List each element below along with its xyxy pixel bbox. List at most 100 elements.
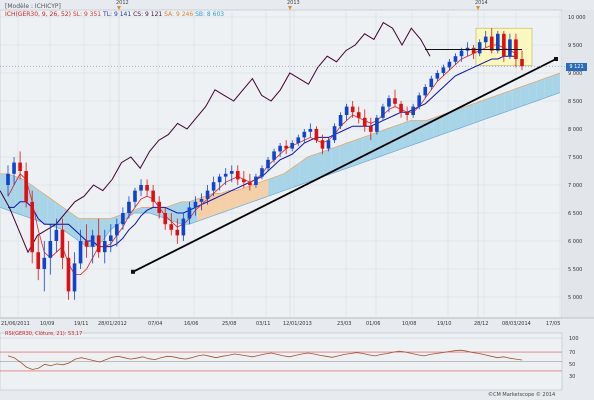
candle-body <box>24 171 28 202</box>
kumo-segment <box>512 87 521 110</box>
copyright: ©CM Marketscope © 2014 <box>488 392 556 398</box>
candle-body <box>18 162 22 171</box>
candle-body <box>417 95 422 107</box>
candle-body <box>477 42 482 54</box>
indicator-legend: ICH(GER30, 9, 26, 52) SL: 9 351 TL: 9 14… <box>5 11 224 18</box>
candle-body <box>344 106 349 115</box>
candle-body <box>520 59 524 67</box>
candle-body <box>447 61 452 68</box>
kumo-segment <box>268 176 277 197</box>
candle-body <box>320 140 325 149</box>
date-label: 12/01/2013 <box>283 321 312 327</box>
price-label: 10 000 <box>568 15 586 21</box>
legend-cs: CS: 9 121 <box>133 11 163 18</box>
candle-body <box>350 106 355 113</box>
kumo-segment <box>15 176 24 216</box>
candle-body <box>254 176 258 185</box>
candle-body <box>127 201 131 213</box>
year-label-2014: 2014 <box>475 0 488 6</box>
price-label: 6 000 <box>568 239 583 245</box>
legend-tl: TL: 9 141 <box>103 11 132 18</box>
candle-body <box>381 106 385 118</box>
price-label: 6 500 <box>568 211 583 217</box>
candle-body <box>399 103 403 113</box>
candle-body <box>483 36 488 43</box>
trendline-anchor <box>131 269 135 274</box>
date-label: 21/06/2011 <box>1 321 30 327</box>
candle-body <box>6 173 10 185</box>
price-label: 9 500 <box>568 43 583 49</box>
trendline-anchor <box>554 57 558 61</box>
candle-body <box>338 115 343 127</box>
candle-body <box>332 126 337 141</box>
date-label: 01/06 <box>366 321 381 327</box>
candle-body <box>508 39 512 57</box>
candle-body <box>435 73 440 79</box>
legend-ichimoku-name: ICH(GER30, 9, 26, 52) <box>5 11 71 18</box>
legend-sl: SL: 9 351 <box>72 11 102 18</box>
kumo-segment <box>504 89 513 113</box>
candle-body <box>362 117 367 127</box>
candle-body <box>175 229 180 236</box>
legend-sa: SA: 9 246 <box>164 11 194 18</box>
kumo-segment <box>552 73 560 96</box>
candle-body <box>296 137 301 143</box>
kumo-segment <box>244 185 253 205</box>
date-label: 19/10 <box>437 321 452 327</box>
candle-body <box>266 159 270 169</box>
price-label: 8 000 <box>568 127 583 133</box>
candle-body <box>393 98 397 104</box>
date-label: 17/05 <box>546 321 561 327</box>
rsi-level-label: 70 <box>569 350 576 356</box>
candle-body <box>235 171 240 180</box>
candle-body <box>326 140 331 149</box>
kumo-segment <box>418 120 426 143</box>
candle-body <box>308 129 313 132</box>
current-price-badge: 9 121 <box>566 63 587 71</box>
candle-body <box>157 201 161 213</box>
price-label: 7 500 <box>568 155 583 161</box>
kumo-segment <box>544 75 553 99</box>
candle-body <box>369 126 373 132</box>
kumo-segment <box>228 190 237 211</box>
candle-body <box>284 145 288 149</box>
candle-body <box>411 106 415 115</box>
candle-body <box>495 33 500 51</box>
kumo-segment <box>236 187 245 208</box>
candle-body <box>30 201 35 253</box>
candle-body <box>163 213 168 225</box>
kumo-segment <box>252 182 261 202</box>
date-label: 16/06 <box>184 321 199 327</box>
kumo-segment <box>536 78 545 101</box>
price-label: 8 500 <box>568 99 583 105</box>
candle-body <box>272 151 276 160</box>
candle-body <box>90 235 95 247</box>
candle-body <box>145 185 149 191</box>
chart-canvas[interactable] <box>0 0 594 400</box>
candle-body <box>66 257 71 292</box>
candle-body <box>181 218 186 236</box>
kumo-segment <box>378 129 387 157</box>
candle-body <box>199 199 204 202</box>
candle-body <box>193 201 198 208</box>
candle-body <box>169 224 174 230</box>
candle-body <box>133 190 137 202</box>
candle-body <box>36 252 41 269</box>
candle-body <box>78 241 83 264</box>
module-label: [Modèle : ICHICYP] <box>5 3 61 10</box>
candle-body <box>115 224 119 236</box>
candle-body <box>217 176 222 183</box>
kumo-segment <box>520 84 529 107</box>
kumo-segment <box>141 207 150 213</box>
rsi-level-label: 30 <box>569 374 576 380</box>
candle-body <box>42 257 47 269</box>
rsi-level-label: 50 <box>569 362 576 368</box>
candle-body <box>60 229 65 258</box>
kumo-segment <box>362 134 371 163</box>
kumo-segment <box>354 137 363 166</box>
kumo-segment <box>473 101 482 124</box>
kumo-segment <box>410 120 419 146</box>
kumo-segment <box>457 106 466 129</box>
candle-body <box>260 168 264 177</box>
candle-body <box>121 213 125 225</box>
